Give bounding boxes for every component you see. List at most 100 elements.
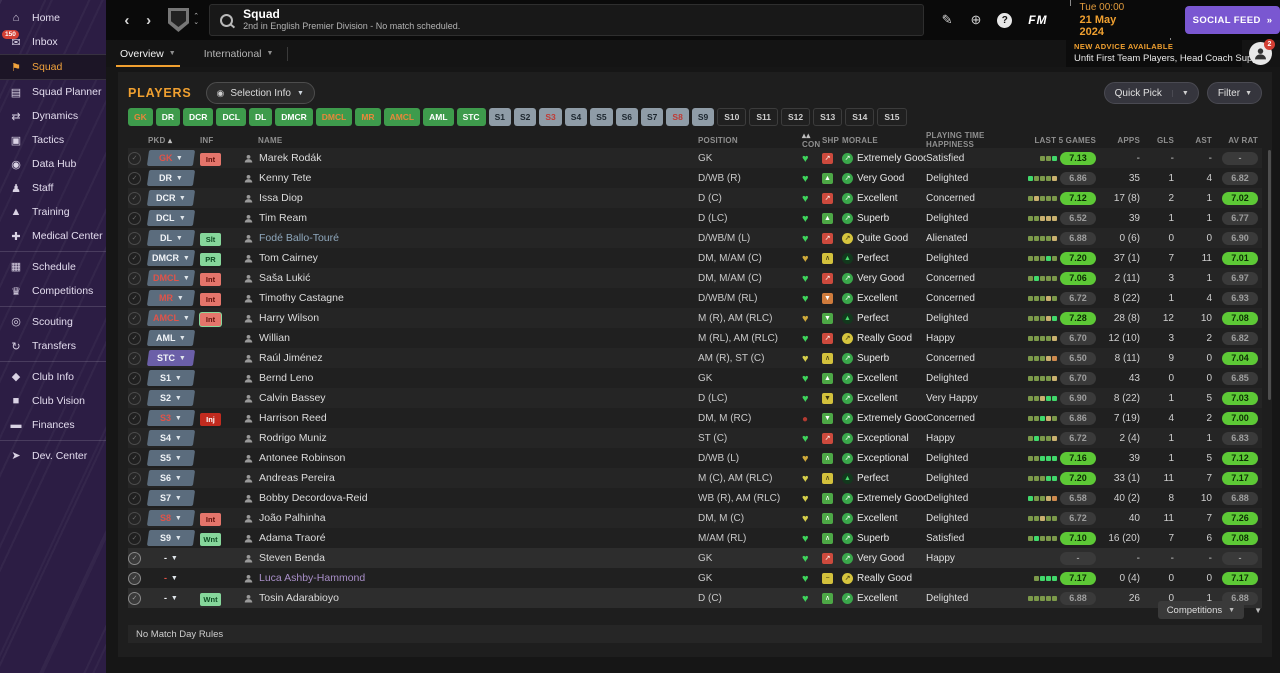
player-row-bernd-leno[interactable]: ✓ S1 ▼ Bernd Leno GK ♥ ▲ ↗ Excellent Delighted 6.7… — [128, 368, 1262, 388]
sidebar-item-data-hub[interactable]: ◉ Data Hub — [0, 152, 106, 176]
player-row-tom-cairney[interactable]: ✓ DMCR ▼ PR Tom Cairney DM, M/AM (C) ♥ ∧ ▲ Perfec… — [128, 248, 1262, 268]
position-filter-dr[interactable]: DR — [155, 108, 181, 126]
row-select-checkbox[interactable]: ✓ — [128, 491, 141, 505]
info-badge-int[interactable]: Int — [200, 313, 221, 326]
advice-banner[interactable]: NEW ADVICE AVAILABLE Unfit First Team Pl… — [1066, 40, 1269, 67]
row-select-checkbox[interactable]: ✓ — [128, 471, 141, 485]
column-apps[interactable]: APPS — [1096, 136, 1140, 145]
position-filter-mr[interactable]: MR — [355, 108, 381, 126]
player-row-fod-ballo-tour[interactable]: ✓ DL ▼ Slt Fodé Ballo-Touré D/WB/M (L) ♥ ↗ ↗ Quit… — [128, 228, 1262, 248]
name-cell[interactable]: Rodrigo Muniz — [232, 432, 698, 444]
quick-pick-button[interactable]: Quick Pick ▼ — [1103, 82, 1199, 104]
position-filter-s6[interactable]: S6 — [615, 108, 638, 126]
pkd-pill-dropdown[interactable]: DMCR ▼ — [146, 250, 196, 266]
name-cell[interactable]: Tom Cairney — [232, 252, 698, 264]
name-cell[interactable]: João Palhinha — [232, 512, 698, 524]
player-row-luca-ashby-hammond[interactable]: ✓ - ▼ Luca Ashby-Hammond GK ♥ − ↗ Really Good 7.1… — [128, 568, 1262, 588]
sidebar-item-club-vision[interactable]: ■ Club Vision — [0, 389, 106, 413]
player-row-tosin-adarabioyo[interactable]: ✓ - ▼ Wnt Tosin Adarabioyo D (C) ♥ ∧ ↗ Excellent D… — [128, 588, 1262, 608]
player-row-adama-traor[interactable]: ✓ S9 ▼ Wnt Adama Traoré M/AM (RL) ♥ ∧ ↗ Superb Sat… — [128, 528, 1262, 548]
sidebar-item-schedule[interactable]: ▦ Schedule — [0, 251, 106, 279]
row-select-checkbox[interactable]: ✓ — [128, 231, 141, 245]
pkd-pill-dropdown[interactable]: STC ▼ — [146, 350, 196, 366]
pkd-pill-dropdown[interactable]: DMCL ▼ — [146, 270, 196, 286]
sidebar-item-club-info[interactable]: ◆ Club Info — [0, 361, 106, 389]
pkd-pill-dropdown[interactable]: DCL ▼ — [146, 210, 196, 226]
row-select-checkbox[interactable]: ✓ — [128, 371, 141, 385]
sidebar-item-dynamics[interactable]: ⇄ Dynamics — [0, 104, 106, 128]
name-cell[interactable]: Saša Lukić — [232, 272, 698, 284]
position-filter-s11[interactable]: S11 — [749, 108, 778, 126]
name-cell[interactable]: Fodé Ballo-Touré — [232, 232, 698, 244]
footer-collapse-chevron[interactable]: ▼ — [1254, 606, 1262, 615]
column-av-rat[interactable]: AV RAT — [1212, 136, 1262, 145]
name-cell[interactable]: Andreas Pereira — [232, 472, 698, 484]
position-filter-s14[interactable]: S14 — [845, 108, 875, 126]
position-filter-stc[interactable]: STC — [456, 108, 486, 126]
player-name[interactable]: Bobby Decordova-Reid — [259, 492, 368, 504]
help-icon[interactable]: ? — [997, 12, 1013, 28]
pkd-pill-dropdown[interactable]: DR ▼ — [146, 170, 196, 186]
position-filter-s3[interactable]: S3 — [539, 108, 562, 126]
pkd-pill-dropdown[interactable]: MR ▼ — [146, 290, 196, 306]
info-badge-wnt[interactable]: Wnt — [200, 533, 221, 546]
pkd-pill-dropdown[interactable]: S4 ▼ — [146, 430, 196, 446]
column-last-5-games[interactable]: LAST 5 GAMES — [1030, 136, 1096, 145]
name-cell[interactable]: Issa Diop — [232, 192, 698, 204]
selection-info-dropdown[interactable]: ◉ Selection Info ▼ — [205, 82, 315, 104]
row-select-checkbox[interactable]: ✓ — [128, 511, 141, 525]
sidebar-item-squad[interactable]: ⚑ Squad — [0, 54, 106, 80]
sidebar-item-finances[interactable]: ▬ Finances — [0, 413, 106, 437]
player-row-sa-a-luki[interactable]: ✓ DMCL ▼ Int Saša Lukić DM, M/AM (C) ♥ ↗ ↗ Very G… — [128, 268, 1262, 288]
player-name[interactable]: Harrison Reed — [259, 412, 327, 424]
sidebar-item-scouting[interactable]: ◎ Scouting — [0, 306, 106, 334]
player-row-willian[interactable]: ✓ AML ▼ Willian M (RL), AM (RLC) ♥ ↗ ↗ Really Go… — [128, 328, 1262, 348]
sidebar-item-medical-center[interactable]: ✚ Medical Center — [0, 224, 106, 248]
player-row-steven-benda[interactable]: ✓ - ▼ Steven Benda GK ♥ ↗ ↗ Very Good Happy - - - - - — [128, 548, 1262, 568]
player-row-ra-l-jim-nez[interactable]: ✓ STC ▼ Raúl Jiménez AM (R), ST (C) ♥ ∧ ↗ Superb… — [128, 348, 1262, 368]
player-row-kenny-tete[interactable]: ✓ DR ▼ Kenny Tete D/WB (R) ♥ ▲ ↗ Very Good Deligh… — [128, 168, 1262, 188]
sidebar-item-training[interactable]: ▲ Training — [0, 200, 106, 224]
table-scrollbar[interactable] — [1268, 150, 1271, 400]
position-filter-s2[interactable]: S2 — [513, 108, 537, 126]
name-cell[interactable]: Tim Ream — [232, 212, 698, 224]
player-name[interactable]: Calvin Bassey — [259, 392, 326, 404]
column-inf[interactable]: INF — [200, 136, 232, 145]
pkd-pill-dropdown[interactable]: AMCL ▼ — [146, 310, 196, 326]
pkd-pill-dropdown[interactable]: - ▼ — [147, 590, 195, 606]
row-select-checkbox[interactable]: ✓ — [128, 311, 141, 325]
row-select-checkbox[interactable]: ✓ — [128, 571, 141, 585]
name-cell[interactable]: Adama Traoré — [232, 532, 698, 544]
player-row-issa-diop[interactable]: ✓ DCR ▼ Issa Diop D (C) ♥ ↗ ↗ Excellent Concerned… — [128, 188, 1262, 208]
position-filter-dl[interactable]: DL — [248, 108, 273, 126]
name-cell[interactable]: Bobby Decordova-Reid — [232, 492, 698, 504]
tab-international[interactable]: International ▼ — [190, 40, 288, 67]
name-cell[interactable]: Tosin Adarabioyo — [232, 592, 698, 604]
player-row-rodrigo-muniz[interactable]: ✓ S4 ▼ Rodrigo Muniz ST (C) ♥ ↗ ↗ Exceptional Hap… — [128, 428, 1262, 448]
row-select-checkbox[interactable]: ✓ — [128, 291, 141, 305]
info-badge-inj[interactable]: Inj — [200, 413, 221, 426]
info-badge-pr[interactable]: PR — [200, 253, 221, 266]
sidebar-item-squad-planner[interactable]: ▤ Squad Planner — [0, 80, 106, 104]
player-name[interactable]: Antonee Robinson — [259, 452, 345, 464]
row-select-checkbox[interactable]: ✓ — [128, 151, 141, 165]
forward-button[interactable]: › — [138, 12, 160, 29]
pkd-pill-dropdown[interactable]: GK ▼ — [146, 150, 196, 166]
player-row-timothy-castagne[interactable]: ✓ MR ▼ Int Timothy Castagne D/WB/M (RL) ♥ ▼ ↗ Exc… — [128, 288, 1262, 308]
player-name[interactable]: João Palhinha — [259, 512, 326, 524]
quick-pick-chevron[interactable]: ▼ — [1171, 89, 1198, 97]
search-box[interactable]: Squad 2nd in English Premier Division - … — [209, 4, 924, 36]
sidebar-item-home[interactable]: ⌂ Home — [0, 6, 106, 30]
back-button[interactable]: ‹ — [116, 12, 138, 29]
player-name[interactable]: Steven Benda — [259, 552, 325, 564]
column-name[interactable]: NAME — [232, 136, 698, 145]
sidebar-item-transfers[interactable]: ↻ Transfers — [0, 334, 106, 358]
player-name[interactable]: Tosin Adarabioyo — [259, 592, 339, 604]
position-filter-dmcl[interactable]: DMCL — [315, 108, 353, 126]
name-cell[interactable]: Willian — [232, 332, 698, 344]
player-name[interactable]: Fodé Ballo-Touré — [259, 232, 339, 244]
position-filter-s10[interactable]: S10 — [717, 108, 747, 126]
player-name[interactable]: Issa Diop — [259, 192, 303, 204]
column-con[interactable]: ▴▴ CON — [802, 131, 822, 149]
player-name[interactable]: Rodrigo Muniz — [259, 432, 327, 444]
